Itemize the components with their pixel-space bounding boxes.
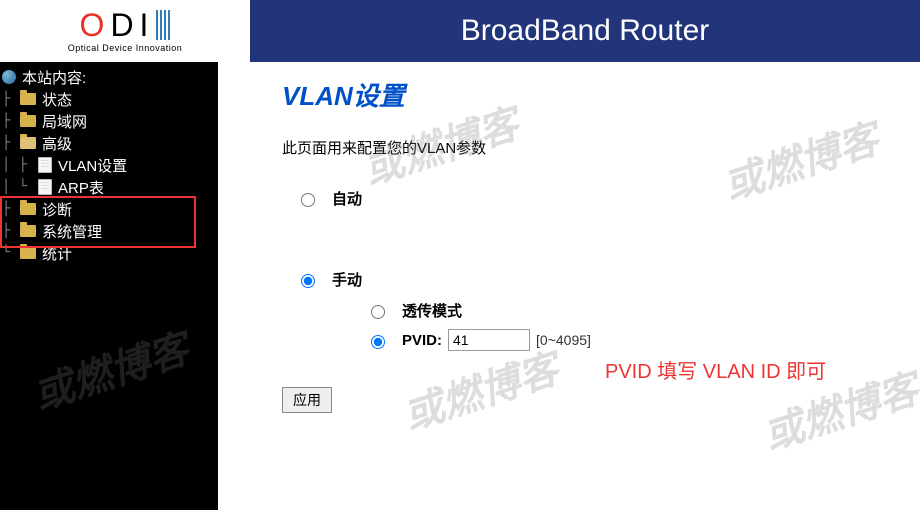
pvid-range: [0~4095] <box>536 332 591 348</box>
sidebar-item-diagnostic[interactable]: ├ 诊断 <box>0 198 218 220</box>
page-title: VLAN设置 <box>282 76 920 113</box>
page-desc: 此页面用来配置您的VLAN参数 <box>282 137 920 158</box>
sidebar-item-advanced[interactable]: ├ 高级 <box>0 132 218 154</box>
sidebar-item-stats[interactable]: └ 统计 <box>0 242 218 264</box>
radio-transparent[interactable] <box>371 305 385 319</box>
label-transparent: 透传模式 <box>402 300 462 321</box>
sidebar-item-vlan[interactable]: │ ├ VLAN设置 <box>0 154 218 176</box>
page-icon <box>38 179 52 195</box>
pvid-input[interactable] <box>448 329 530 351</box>
sidebar-item-status[interactable]: ├ 状态 <box>0 88 218 110</box>
folder-open-icon <box>20 137 36 149</box>
sidebar-item-sysmgmt[interactable]: ├ 系统管理 <box>0 220 218 242</box>
radio-manual[interactable] <box>301 274 315 288</box>
folder-icon <box>20 93 36 105</box>
content-area: VLAN设置 此页面用来配置您的VLAN参数 自动 手动 透传模式 PVID: … <box>246 62 920 510</box>
folder-icon <box>20 203 36 215</box>
tree-root[interactable]: 本站内容: <box>0 66 218 88</box>
folder-icon <box>20 115 36 127</box>
globe-icon <box>2 70 16 84</box>
annotation-text: PVID 填写 VLAN ID 即可 <box>605 355 826 384</box>
sidebar: 本站内容: ├ 状态 ├ 局域网 ├ 高级 │ ├ VLAN设置 │ └ ARP… <box>0 62 218 510</box>
page-icon <box>38 157 52 173</box>
folder-icon <box>20 247 36 259</box>
radio-pvid[interactable] <box>371 335 385 349</box>
logo-icon: ODI <box>80 9 171 41</box>
radio-auto[interactable] <box>301 193 315 207</box>
sidebar-item-lan[interactable]: ├ 局域网 <box>0 110 218 132</box>
label-auto: 自动 <box>332 188 362 209</box>
apply-button[interactable]: 应用 <box>282 387 332 413</box>
logo-area: ODI Optical Device Innovation <box>0 0 250 62</box>
label-pvid: PVID: <box>402 332 442 349</box>
folder-icon <box>20 225 36 237</box>
label-manual: 手动 <box>332 269 362 290</box>
logo-tagline: Optical Device Innovation <box>68 43 183 53</box>
sidebar-item-arp[interactable]: │ └ ARP表 <box>0 176 218 198</box>
tree-root-label: 本站内容: <box>22 67 86 88</box>
banner-title: BroadBand Router <box>250 0 920 62</box>
